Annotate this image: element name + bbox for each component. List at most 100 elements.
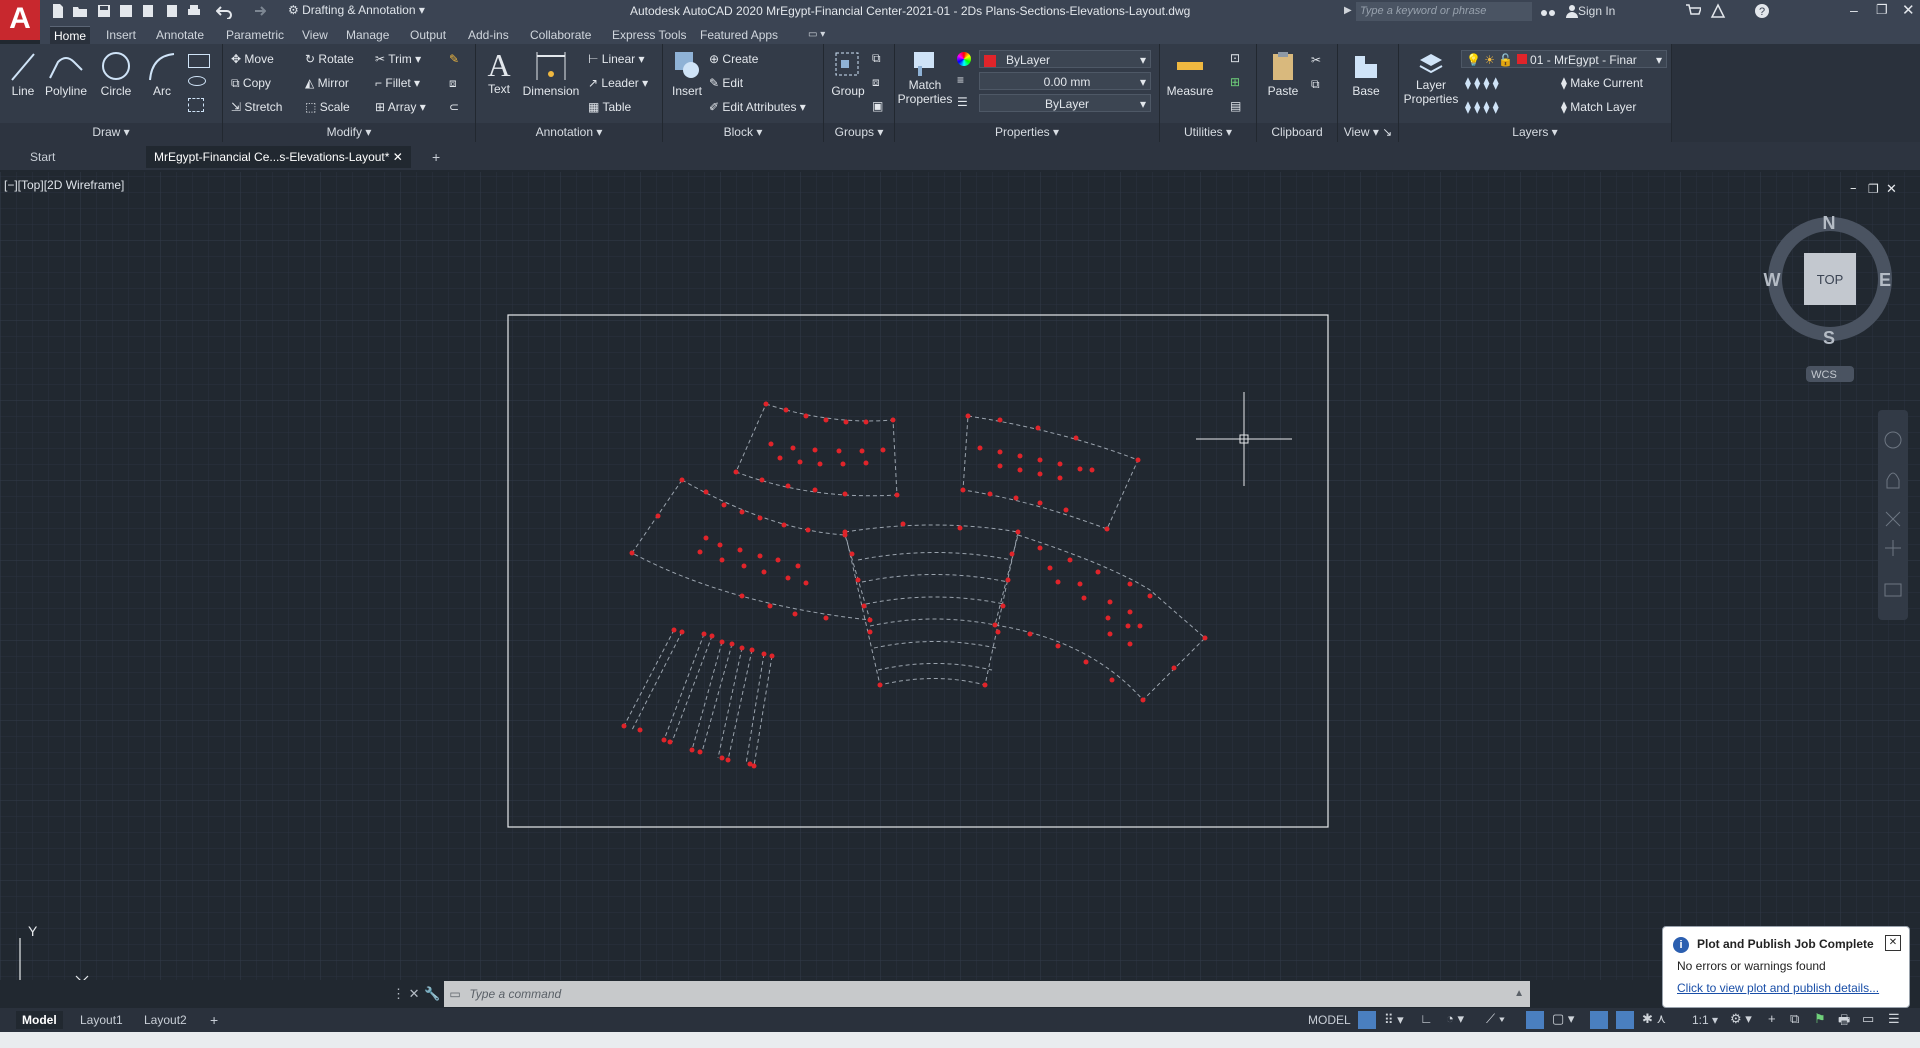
annotation-scale[interactable]: 1:1 ▾: [1686, 1011, 1724, 1029]
tab-model[interactable]: Model: [16, 1011, 63, 1029]
groups-panel-title[interactable]: Groups ▾: [824, 123, 894, 142]
stretch-tool[interactable]: ⇲ Stretch: [231, 99, 282, 115]
id-point-icon[interactable]: ▤: [1230, 98, 1241, 114]
minimize-icon[interactable]: –: [1850, 2, 1858, 18]
array-tool[interactable]: ⊞ Array ▾: [375, 99, 426, 115]
grid-toggle-icon[interactable]: [1358, 1011, 1376, 1029]
workspace-switcher[interactable]: ⚙ Drafting & Annotation ▾: [288, 3, 425, 17]
group-edit-icon[interactable]: ⧈: [872, 74, 880, 90]
autodesk-app-icon[interactable]: [1710, 3, 1726, 19]
draw-panel-title[interactable]: Draw ▾: [0, 123, 222, 142]
plot-status-icon[interactable]: 🖶: [1838, 1011, 1850, 1033]
insert-tool[interactable]: Insert: [669, 48, 705, 98]
rectangle-icon[interactable]: [188, 54, 210, 68]
file-tab-start[interactable]: Start: [22, 146, 63, 168]
match-layer-tool[interactable]: ⧫ Match Layer: [1561, 99, 1636, 115]
notification-close-icon[interactable]: ✕: [1885, 935, 1901, 951]
osnap-icon[interactable]: ▢ ▾: [1552, 1011, 1574, 1027]
add-layout-plus-icon[interactable]: +: [204, 1011, 224, 1029]
properties-panel-title[interactable]: Properties ▾: [895, 123, 1159, 142]
close-window-icon[interactable]: ✕: [1902, 1, 1915, 19]
measure-tool[interactable]: Measure: [1164, 50, 1216, 98]
customization-menu-icon[interactable]: ☰: [1888, 1011, 1900, 1027]
undo-icon[interactable]: [215, 3, 232, 20]
clean-screen-icon[interactable]: ▭: [1862, 1011, 1874, 1027]
isodraft-icon[interactable]: ⟋ ▾: [1486, 1011, 1505, 1027]
edit-attributes-tool[interactable]: ✐ Edit Attributes ▾: [709, 99, 806, 115]
viewport-restore-icon[interactable]: ❐: [1868, 182, 1879, 196]
command-line[interactable]: ▭ Type a command ▲: [444, 981, 1530, 1007]
publish-icon[interactable]: [140, 3, 156, 19]
tab-parametric[interactable]: Parametric: [222, 26, 288, 44]
plot-icon[interactable]: [164, 3, 180, 19]
object-snap-tracking-icon[interactable]: [1526, 1011, 1544, 1029]
boundary-icon[interactable]: [188, 98, 204, 112]
dimension-tool[interactable]: Dimension: [520, 50, 582, 98]
file-tab-current[interactable]: MrEgypt-Financial Ce...s-Elevations-Layo…: [146, 146, 411, 168]
binoculars-icon[interactable]: [1540, 3, 1556, 19]
layers-panel-title[interactable]: Layers ▾: [1399, 123, 1671, 142]
viewport-close-icon[interactable]: ✕: [1886, 182, 1897, 197]
compass-east[interactable]: E: [1879, 270, 1891, 290]
ortho-icon[interactable]: ∟: [1420, 1011, 1433, 1026]
hatch-icon[interactable]: [188, 76, 206, 86]
save-as-icon[interactable]: [118, 3, 134, 19]
mirror-tool[interactable]: ◭ Mirror: [305, 75, 349, 91]
offset-icon[interactable]: ⊂: [449, 99, 459, 115]
linear-tool[interactable]: ⊢ Linear ▾: [588, 51, 645, 67]
redo-icon[interactable]: [250, 3, 267, 19]
polar-icon[interactable]: ◔ ▾: [1446, 1011, 1464, 1027]
trim-tool[interactable]: ✂ Trim ▾: [375, 51, 421, 67]
base-view-tool[interactable]: Base: [1346, 50, 1386, 98]
notification-details-link[interactable]: Click to view plot and publish details..…: [1677, 981, 1879, 995]
leader-tool[interactable]: ↗ Leader ▾: [588, 75, 648, 91]
create-block-tool[interactable]: ⊕ Create: [709, 51, 758, 67]
new-file-icon[interactable]: [50, 3, 66, 19]
command-grip-icon[interactable]: ⋮ ✕: [392, 986, 420, 1002]
view-panel-title[interactable]: View ▾ ↘: [1338, 123, 1398, 142]
snap-icon[interactable]: ⠿ ▾: [1384, 1012, 1404, 1028]
selection-cycling-icon[interactable]: [1616, 1011, 1634, 1029]
make-current-tool[interactable]: ⧫ Make Current: [1561, 75, 1643, 91]
compass-north[interactable]: N: [1823, 213, 1836, 233]
match-properties-tool[interactable]: Match Properties: [897, 48, 953, 106]
layer-tools-row-1[interactable]: ⧫ ⧫ ⧫ ⧫: [1465, 75, 1499, 91]
navigation-bar[interactable]: [1878, 410, 1908, 620]
drawing-canvas[interactable]: TOP N S W E WCS Y – ❐ ✕: [0, 172, 1920, 980]
tab-annotate[interactable]: Annotate: [152, 26, 208, 44]
save-icon[interactable]: [96, 3, 112, 19]
block-panel-title[interactable]: Block ▾: [663, 123, 823, 142]
tab-output[interactable]: Output: [406, 26, 450, 44]
group-select-icon[interactable]: ▣: [872, 98, 883, 114]
fillet-tool[interactable]: ⌐ Fillet ▾: [375, 75, 420, 91]
layer-properties-tool[interactable]: Layer Properties: [1403, 48, 1459, 106]
copy-clip-icon[interactable]: ⧉: [1311, 76, 1320, 92]
new-tab-plus-icon[interactable]: +: [424, 146, 448, 168]
color-dropdown[interactable]: ByLayer ▾: [979, 50, 1151, 68]
sign-in-button[interactable]: Sign In: [1578, 4, 1615, 18]
open-file-icon[interactable]: [72, 3, 88, 19]
group-tool[interactable]: Group: [828, 50, 868, 98]
edit-block-tool[interactable]: ✎ Edit: [709, 75, 743, 91]
tab-view[interactable]: View: [298, 26, 332, 44]
tab-insert[interactable]: Insert: [102, 26, 140, 44]
help-search-input[interactable]: Type a keyword or phrase: [1356, 2, 1532, 21]
close-tab-icon[interactable]: ✕: [393, 150, 403, 164]
erase-icon[interactable]: ✎: [449, 51, 459, 67]
print-icon[interactable]: [186, 3, 202, 19]
rotate-tool[interactable]: ↻ Rotate: [305, 51, 354, 67]
quick-select-icon[interactable]: ⊡: [1230, 50, 1240, 66]
arc-tool[interactable]: Arc: [144, 50, 180, 98]
annotation-visibility-icon[interactable]: ✱ ⋏: [1642, 1011, 1666, 1027]
tab-add-ins[interactable]: Add-ins: [464, 26, 513, 44]
cart-icon[interactable]: [1685, 3, 1703, 19]
explode-icon[interactable]: ⧈: [449, 75, 457, 91]
compass-west[interactable]: W: [1764, 270, 1781, 290]
plot-publish-notification[interactable]: i Plot and Publish Job Complete ✕ No err…: [1662, 926, 1910, 1008]
model-space-toggle[interactable]: MODEL: [1302, 1011, 1357, 1029]
command-history-arrow-icon[interactable]: ▲: [1514, 981, 1524, 1007]
isolate-objects-icon[interactable]: ⧉: [1790, 1011, 1799, 1027]
calculator-icon[interactable]: ⊞: [1230, 74, 1240, 90]
linetype-dropdown[interactable]: ByLayer ▾: [979, 94, 1151, 112]
tab-layout1[interactable]: Layout1: [74, 1011, 129, 1029]
